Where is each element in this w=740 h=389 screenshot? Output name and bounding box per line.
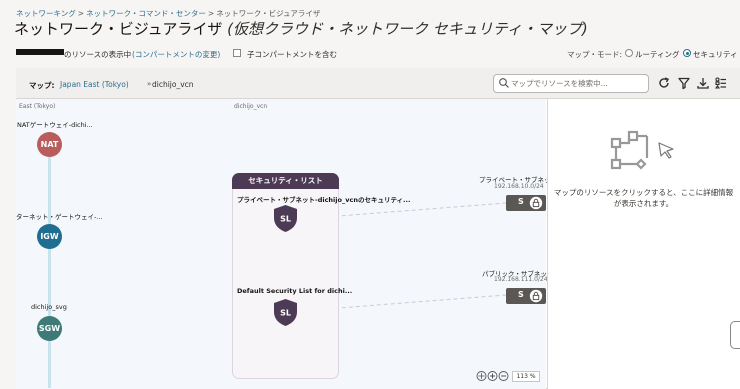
vcn-name: dichijo_vcn xyxy=(152,80,194,89)
download-icon[interactable] xyxy=(696,76,710,90)
zoom-fit-icon xyxy=(476,371,487,381)
vcn-label: dichijo_vcn xyxy=(234,103,268,110)
private-subnet-cidr: 192.168.10.0/24 xyxy=(494,183,544,190)
breadcrumb-command-center-link[interactable]: ネットワーク・コマンド・センター xyxy=(86,9,206,18)
change-compartment-link[interactable]: (コンパートメントの変更) xyxy=(132,49,220,60)
lock-icon xyxy=(529,289,543,303)
public-subnet-cidr: 192.168.111.0/24 xyxy=(494,276,548,283)
map-label: マップ: xyxy=(29,81,55,90)
routing-mode-radio[interactable] xyxy=(625,49,633,57)
filter-icon[interactable] xyxy=(677,76,691,90)
page-title: ネットワーク・ビジュアライザ (仮想クラウド・ネットワーク セキュリティ・マップ… xyxy=(14,18,588,39)
internet-gateway-label: ターネット・ゲートウェイ-... xyxy=(16,213,103,221)
security-list-header: セキュリティ・リスト xyxy=(232,173,339,189)
include-child-compartments-checkbox[interactable] xyxy=(233,49,241,57)
internet-gateway-node[interactable]: IGW xyxy=(37,224,62,249)
nat-gateway-label: NATゲートウェイ-dichi... xyxy=(17,121,93,129)
breadcrumb-arrow: » xyxy=(147,80,152,88)
region-link[interactable]: Japan East (Tokyo) xyxy=(60,80,129,89)
resources-status-text: のリソースの表示中 xyxy=(64,50,132,59)
redacted-compartment-name xyxy=(16,49,64,55)
subnet-badge: S xyxy=(518,290,524,299)
map-resource-icon xyxy=(610,130,674,170)
breadcrumb-networking-link[interactable]: ネットワーキング xyxy=(16,9,76,18)
details-empty-message: マップのリソースをクリックすると、ここに詳細情報が表示されます。 xyxy=(553,188,734,208)
nat-gateway-node[interactable]: NAT xyxy=(37,132,62,157)
breadcrumb-separator: > xyxy=(207,9,215,18)
security-mode-radio[interactable] xyxy=(683,49,691,57)
security-list-name: プライベート・サブネット-dichijo_vcnのセキュリティ... xyxy=(237,196,411,204)
zoom-percentage[interactable]: 113 % xyxy=(512,371,540,382)
routing-mode-label[interactable]: ルーティング xyxy=(635,49,680,60)
include-child-compartments-label: 子コンパートメントを含む xyxy=(247,50,337,59)
breadcrumb-current: ネットワーク・ビジュアライザ xyxy=(216,9,321,18)
gateway-connector-line xyxy=(48,150,51,388)
map-mode-label: マップ・モード: xyxy=(567,50,623,59)
private-subnet-node[interactable]: S xyxy=(506,195,546,211)
security-list-node[interactable]: SL xyxy=(273,298,298,327)
service-gateway-label: dichijo_svg xyxy=(31,303,67,311)
page-subtitle: (仮想クラウド・ネットワーク セキュリティ・マップ) xyxy=(227,20,588,38)
refresh-icon[interactable] xyxy=(657,76,671,90)
security-list-node[interactable]: SL xyxy=(273,204,298,233)
map-search-input[interactable] xyxy=(511,75,645,91)
security-list-badge: SL xyxy=(280,215,291,224)
zoom-in-icon xyxy=(487,371,498,381)
search-icon xyxy=(499,78,509,88)
region-label: East (Tokyo) xyxy=(19,103,56,110)
security-mode-label[interactable]: セキュリティ xyxy=(693,49,738,60)
lock-icon xyxy=(529,196,543,210)
page-title-main: ネットワーク・ビジュアライザ xyxy=(14,20,223,38)
breadcrumb-separator: > xyxy=(77,9,85,18)
zoom-controls xyxy=(476,371,509,381)
help-panel-handle[interactable] xyxy=(730,321,740,349)
legend-icon[interactable] xyxy=(714,76,728,90)
public-subnet-node[interactable]: S xyxy=(506,288,546,304)
zoom-out-icon xyxy=(498,371,509,381)
security-list-badge: SL xyxy=(280,309,291,318)
subnet-badge: S xyxy=(518,197,524,206)
security-list-name: Default Security List for dichi... xyxy=(237,287,353,295)
service-gateway-node[interactable]: SGW xyxy=(37,316,62,341)
